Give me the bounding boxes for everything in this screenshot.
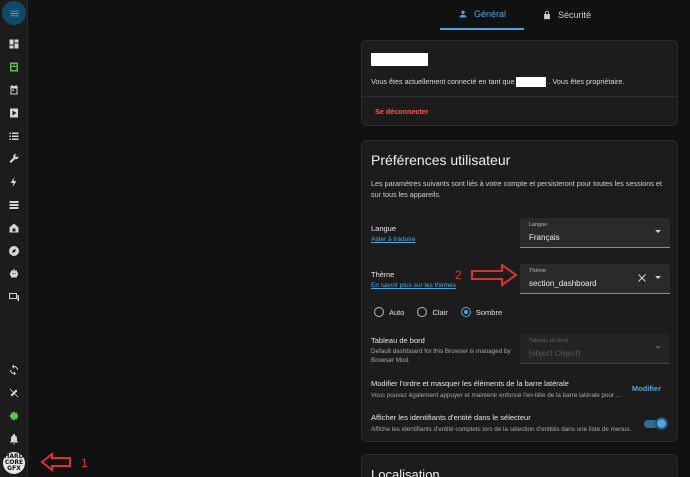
radio-auto[interactable]: Auto [374, 307, 404, 317]
radio-dark-label: Sombre [475, 307, 503, 317]
list-icon[interactable] [7, 129, 21, 143]
wrench-icon[interactable] [7, 152, 21, 166]
tab-security-label: Sécurité [558, 10, 592, 20]
language-select-value: Français [529, 233, 560, 242]
modify-sidebar-button[interactable]: Modifier [632, 384, 661, 393]
theme-info-link[interactable]: En savoir plus sur les thèmes [371, 282, 456, 289]
theme-label: Thème [371, 270, 395, 279]
compass-icon[interactable] [7, 244, 21, 258]
radio-light-label: Clair [432, 307, 448, 317]
preferences-description: Les paramètres suivants sont liés à votr… [371, 179, 662, 199]
entity-ids-toggle[interactable] [644, 417, 668, 430]
tools-icon[interactable] [7, 386, 21, 400]
redacted-username-inline [516, 77, 547, 88]
dashboard-sub: Default dashboard for this Browser is ma… [371, 348, 511, 364]
localisation-title: Localisation [371, 467, 440, 477]
language-select[interactable]: Langue Français [520, 218, 670, 248]
redacted-username [371, 53, 428, 66]
sidebar-order-sub: Vous pouvez également appuyer et mainten… [371, 392, 622, 399]
bell-icon[interactable] [7, 432, 21, 446]
chevron-down-icon [655, 230, 661, 233]
preferences-title: Préférences utilisateur [371, 152, 511, 168]
theme-mode-radios: Auto Clair Sombre [374, 307, 502, 317]
avatar-line-3: GFX [7, 465, 21, 472]
tab-general[interactable]: Général [440, 0, 525, 30]
tab-security[interactable]: Sécurité [524, 0, 609, 30]
radio-dot [460, 307, 471, 317]
connected-as-text: Vous êtes actuellement connecté en tant … [371, 77, 625, 88]
chevron-down-icon [655, 276, 661, 279]
help-translate-link[interactable]: Aider à traduire [371, 236, 415, 243]
radio-dot [374, 307, 384, 317]
preferences-card: Préférences utilisateur Les paramètres s… [361, 140, 678, 442]
localisation-card: Localisation [361, 454, 678, 477]
devices-icon[interactable] [7, 290, 21, 304]
top-tabs: Général Sécurité [440, 0, 609, 30]
annotation-number-1: 1 [81, 456, 88, 470]
gear-icon[interactable] [7, 409, 21, 423]
server-icon[interactable] [7, 198, 21, 212]
lock-icon [544, 10, 550, 20]
radio-light[interactable]: Clair [417, 307, 448, 317]
logout-button[interactable]: Se déconnecter [375, 107, 429, 116]
radio-auto-label: Auto [389, 307, 405, 317]
language-select-label: Langue [529, 222, 548, 228]
sync-icon[interactable] [7, 363, 21, 377]
lightning-icon[interactable] [7, 175, 21, 189]
toggle-knob [655, 417, 668, 430]
sidebar-order-label: Modifier l'ordre et masquer les éléments… [371, 379, 569, 388]
radio-dark[interactable]: Sombre [460, 307, 503, 317]
tab-general-label: Général [474, 9, 507, 19]
robot-icon[interactable] [7, 267, 21, 281]
theme-select-value: section_dashboard [529, 279, 597, 288]
dashboard-select: Tableau de bord [object Object] [520, 334, 670, 364]
connected-prefix: Vous êtes actuellement connecté en tant … [371, 77, 515, 86]
chevron-down-icon [655, 346, 661, 349]
divider [362, 96, 677, 97]
close-icon[interactable] [636, 272, 648, 284]
radio-dot [417, 307, 428, 317]
sidebar: HARD CORE GFX [0, 0, 28, 477]
entity-ids-sub: Affiche les identifiants d'entité comple… [371, 426, 632, 433]
menu-icon[interactable] [2, 1, 26, 25]
account-card: Vous êtes actuellement connecté en tant … [361, 40, 678, 126]
media-icon[interactable] [7, 106, 21, 120]
annotation-arrow-left [40, 452, 71, 472]
dashboard-select-value: [object Object] [529, 349, 581, 358]
connected-suffix: . Vous êtes propriétaire. [548, 77, 625, 86]
language-label: Langue [371, 224, 397, 233]
energy-icon[interactable] [7, 60, 21, 74]
annotation-arrow-right [471, 263, 518, 287]
annotation-number-2: 2 [455, 268, 462, 282]
theme-select[interactable]: Thème section_dashboard [520, 264, 670, 294]
avatar[interactable]: HARD CORE GFX [3, 452, 25, 474]
calendar-icon[interactable] [7, 83, 21, 97]
entity-ids-label: Afficher les identifiants d'entité dans … [371, 413, 531, 422]
dashboard-select-label: Tableau de bord [529, 338, 569, 344]
app-root: HARD CORE GFX 1 Général Sécurité Vous êt… [0, 0, 690, 477]
dashboard-icon[interactable] [7, 37, 21, 51]
account-icon [459, 10, 467, 18]
home-icon[interactable] [7, 221, 21, 235]
dashboard-label: Tableau de bord [371, 336, 425, 345]
theme-select-label: Thème [529, 268, 547, 274]
